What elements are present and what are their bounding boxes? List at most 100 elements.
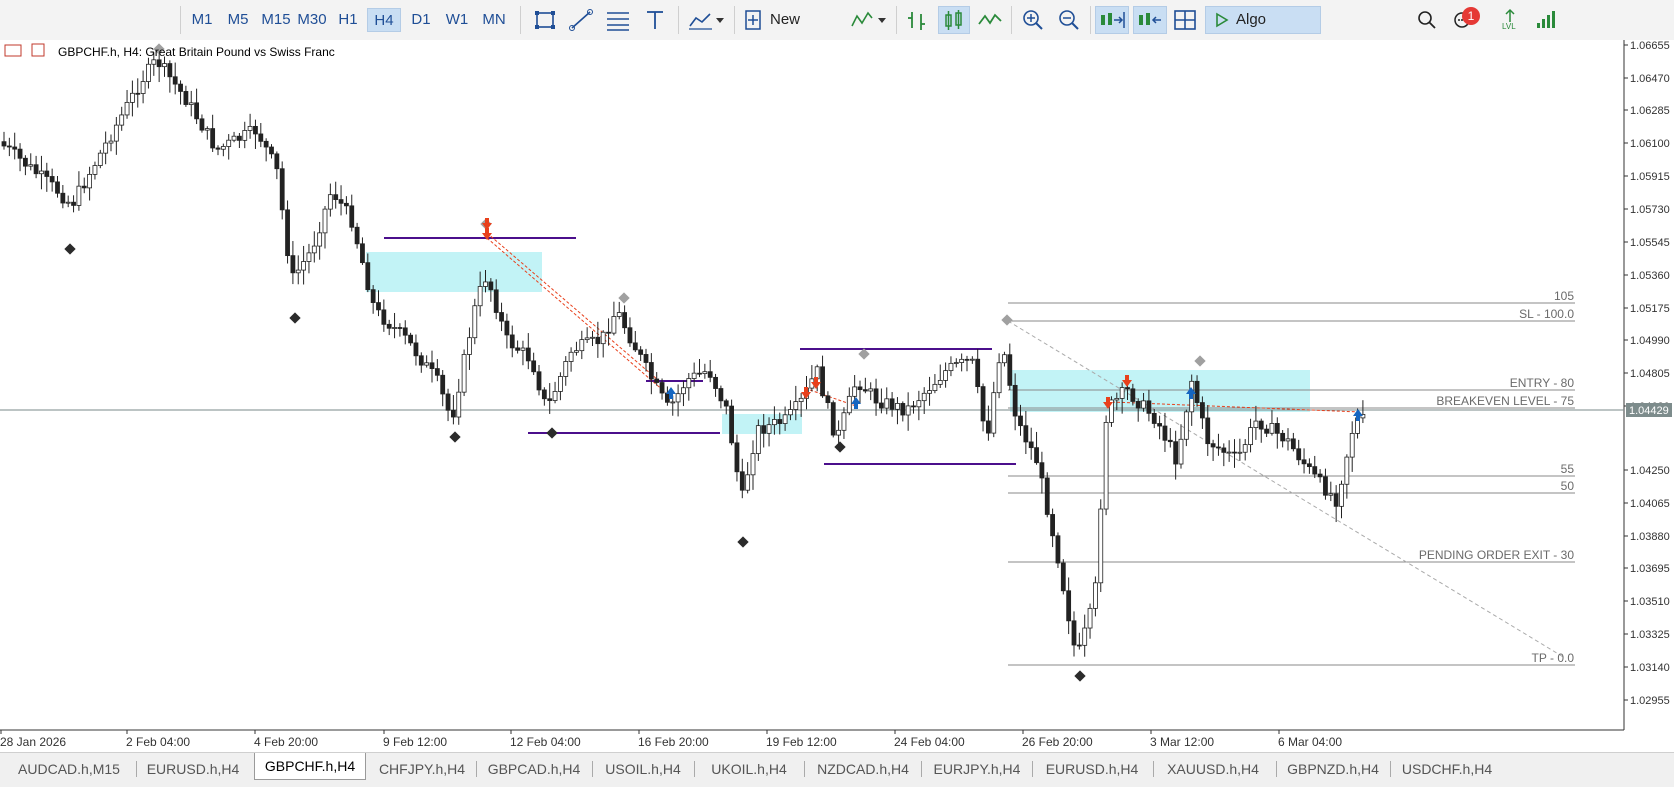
tab-symbol[interactable]: AUDCAD.h,M15 — [8, 758, 130, 780]
bullish-candle — [558, 376, 563, 392]
tab-symbol[interactable]: GBPNZD.h,H4 — [1280, 758, 1386, 780]
bearish-candle — [1055, 535, 1061, 564]
tab-symbol[interactable]: UKOIL.h,H4 — [698, 758, 800, 780]
timeframe-h1-button[interactable]: H1 — [334, 8, 362, 32]
quick-trading-dropdown-icon[interactable] — [848, 6, 890, 34]
bearish-candle — [643, 354, 649, 363]
tab-symbol[interactable]: USOIL.h,H4 — [596, 758, 690, 780]
tab-symbol[interactable]: USDCHF.h,H4 — [1394, 758, 1500, 780]
bearish-candle — [1296, 448, 1302, 461]
bullish-candle — [616, 312, 622, 317]
bullish-candle — [932, 383, 938, 392]
bearish-candle — [632, 342, 638, 351]
fibonacci-tool-icon[interactable] — [603, 6, 633, 34]
bullish-candle — [76, 185, 82, 206]
search-icon[interactable] — [1412, 6, 1442, 34]
rectangle-tool-icon[interactable] — [530, 6, 560, 34]
notifications-button[interactable]: 1 — [1450, 6, 1486, 34]
bullish-candle — [301, 261, 307, 271]
bearish-candle — [1312, 466, 1318, 475]
bullish-candle — [590, 336, 595, 339]
bearish-candle — [911, 405, 916, 408]
tab-separator — [1390, 761, 1391, 777]
timeframe-mn-button[interactable]: MN — [478, 8, 510, 32]
zoom-out-icon[interactable] — [1054, 6, 1084, 34]
timeframe-w1-button[interactable]: W1 — [443, 8, 471, 32]
new-order-button[interactable]: New Order — [742, 6, 842, 56]
bullish-candle — [686, 378, 692, 389]
tab-symbol[interactable]: CHFJPY.h,H4 — [370, 758, 474, 780]
bearish-candle — [1210, 443, 1216, 448]
bearish-candle — [707, 371, 713, 378]
bearish-candle — [290, 255, 296, 274]
time-axis-label: 24 Feb 04:00 — [894, 735, 965, 749]
trendline-tool-icon[interactable] — [566, 6, 596, 34]
tab-active-symbol[interactable]: GBPCHF.h,H4 — [254, 753, 366, 780]
bearish-candle — [194, 102, 200, 120]
bullish-candle — [317, 232, 323, 247]
signal-level-label: LVL — [1502, 22, 1516, 31]
tab-separator — [804, 761, 805, 777]
bullish-candle — [119, 114, 125, 126]
price-axis-label: 1.04805 — [1630, 368, 1670, 380]
bearish-candle — [1274, 423, 1280, 434]
bearish-candle — [879, 402, 884, 409]
price-axis-label: 1.06470 — [1630, 73, 1670, 85]
price-axis-label: 1.05915 — [1630, 171, 1670, 183]
timeframe-m30-button[interactable]: M30 — [295, 8, 329, 32]
tab-symbol[interactable]: EURUSD.h,H4 — [140, 758, 246, 780]
bullish-candle — [242, 130, 248, 141]
tile-windows-icon[interactable] — [1170, 6, 1200, 34]
pending-exit-level-label: PENDING ORDER EXIT - 30 — [1419, 548, 1574, 562]
tab-separator — [136, 761, 137, 777]
bearish-candle — [1018, 415, 1023, 427]
tab-symbol[interactable]: EURUSD.h,H4 — [1036, 758, 1148, 780]
bearish-candle — [236, 135, 242, 141]
bearish-candle — [734, 442, 740, 473]
text-tool-icon[interactable] — [640, 6, 670, 34]
bullish-candle — [1082, 627, 1088, 646]
new-order-icon — [745, 10, 761, 30]
bullish-candle — [327, 194, 333, 210]
timeframe-m1-button[interactable]: M1 — [188, 8, 216, 32]
bearish-candle — [862, 389, 868, 392]
tab-symbol[interactable]: EURJPY.h,H4 — [925, 758, 1029, 780]
tab-symbol[interactable]: GBPCAD.h,H4 — [480, 758, 588, 780]
bearish-candle — [338, 199, 344, 204]
indicators-dropdown-icon[interactable] — [686, 6, 728, 34]
timeframe-m15-button[interactable]: M15 — [259, 8, 293, 32]
breakeven-level-label: BREAKEVEN LEVEL - 75 — [1436, 394, 1574, 408]
bearish-candle — [183, 91, 189, 105]
candlestick-chart-icon[interactable] — [938, 6, 970, 34]
chart-shift-icon[interactable] — [1095, 6, 1129, 34]
zoom-in-icon[interactable] — [1018, 6, 1048, 34]
price-chart[interactable]: 105 SL - 100.0 ENTRY - 80 BREAKEVEN LEVE… — [0, 40, 1674, 752]
tab-symbol[interactable]: XAUUSD.h,H4 — [1157, 758, 1269, 780]
bullish-candle — [1269, 423, 1275, 434]
price-axis-label: 1.04250 — [1630, 465, 1670, 477]
bullish-candle — [220, 146, 226, 150]
bar-chart-icon[interactable] — [902, 6, 932, 34]
bearish-candle — [285, 209, 290, 257]
algo-trading-button[interactable]: Algo Trading — [1205, 6, 1321, 56]
autoscroll-icon[interactable] — [1133, 6, 1167, 34]
bullish-candle — [124, 101, 130, 116]
bullish-candle — [868, 388, 874, 392]
timeframe-h4-button[interactable]: H4 — [367, 8, 401, 32]
bullish-candle — [563, 361, 569, 377]
bullish-candle — [788, 409, 793, 416]
bearish-candle — [1205, 417, 1211, 445]
timeframe-m5-button[interactable]: M5 — [224, 8, 252, 32]
sl-level-label: SL - 100.0 — [1519, 307, 1574, 321]
line-chart-icon[interactable] — [975, 6, 1005, 34]
bearish-candle — [713, 376, 718, 389]
bullish-candle — [424, 362, 430, 366]
bearish-candle — [263, 140, 269, 148]
entry-level-label: ENTRY - 80 — [1510, 376, 1575, 390]
bearish-candle — [370, 289, 376, 303]
price-axis-label: 1.06655 — [1630, 40, 1670, 52]
price-axis-label: 1.05360 — [1630, 270, 1670, 282]
tab-symbol[interactable]: NZDCAD.h,H4 — [808, 758, 918, 780]
timeframe-d1-button[interactable]: D1 — [407, 8, 435, 32]
bullish-candle — [1248, 427, 1253, 446]
